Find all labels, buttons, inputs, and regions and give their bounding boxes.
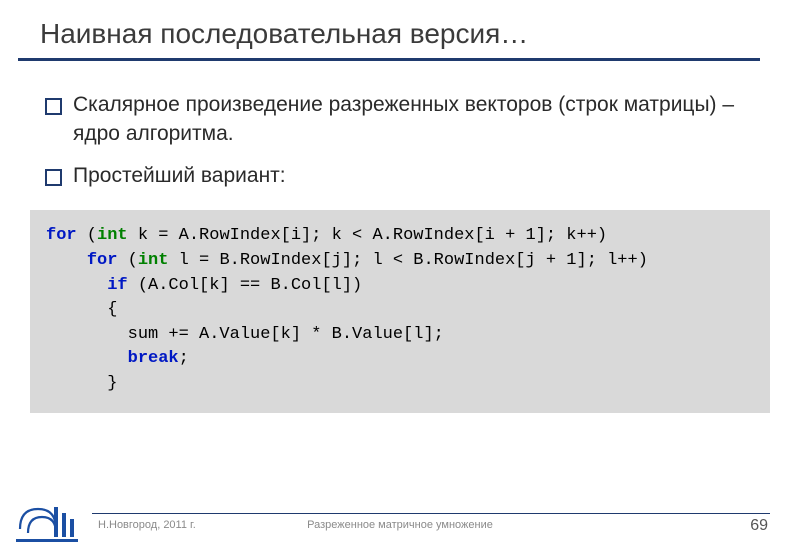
keyword-int: int bbox=[138, 251, 169, 270]
page-number: 69 bbox=[750, 517, 768, 535]
code-text: l = B.RowIndex[j]; l < B.RowIndex[j + 1]… bbox=[168, 251, 647, 270]
code-text: (A.Col[k] == B.Col[l]) bbox=[128, 276, 363, 295]
footer: Н.Новгород, 2011 г. Разреженное матрично… bbox=[0, 501, 800, 553]
keyword-break: break bbox=[128, 349, 179, 368]
code-block: for (int k = A.RowIndex[i]; k < A.RowInd… bbox=[30, 210, 770, 412]
content-area: Скалярное произведение разреженных векто… bbox=[0, 61, 800, 190]
keyword-if: if bbox=[107, 276, 127, 295]
code-text bbox=[46, 276, 107, 295]
code-text: ( bbox=[77, 226, 97, 245]
code-text: ( bbox=[117, 251, 137, 270]
code-text: k = A.RowIndex[i]; k < A.RowIndex[i + 1]… bbox=[128, 226, 607, 245]
keyword-for: for bbox=[46, 226, 77, 245]
keyword-for: for bbox=[87, 251, 118, 270]
code-text: sum += A.Value[k] * B.Value[l]; bbox=[46, 325, 444, 344]
footer-center-text: Разреженное матричное умножение bbox=[0, 519, 800, 531]
code-text: ; bbox=[179, 349, 189, 368]
slide-title: Наивная последовательная версия… bbox=[40, 18, 760, 50]
slide: Наивная последовательная версия… Скалярн… bbox=[0, 0, 800, 553]
bullet-item: Скалярное произведение разреженных векто… bbox=[45, 91, 750, 148]
bullet-list: Скалярное произведение разреженных векто… bbox=[45, 91, 750, 190]
bullet-item: Простейший вариант: bbox=[45, 162, 750, 190]
code-text bbox=[46, 349, 128, 368]
keyword-int: int bbox=[97, 226, 128, 245]
code-text: } bbox=[46, 374, 117, 393]
title-bar: Наивная последовательная версия… bbox=[18, 0, 760, 61]
footer-divider bbox=[92, 513, 770, 514]
code-text: { bbox=[46, 300, 117, 319]
code-text bbox=[46, 251, 87, 270]
